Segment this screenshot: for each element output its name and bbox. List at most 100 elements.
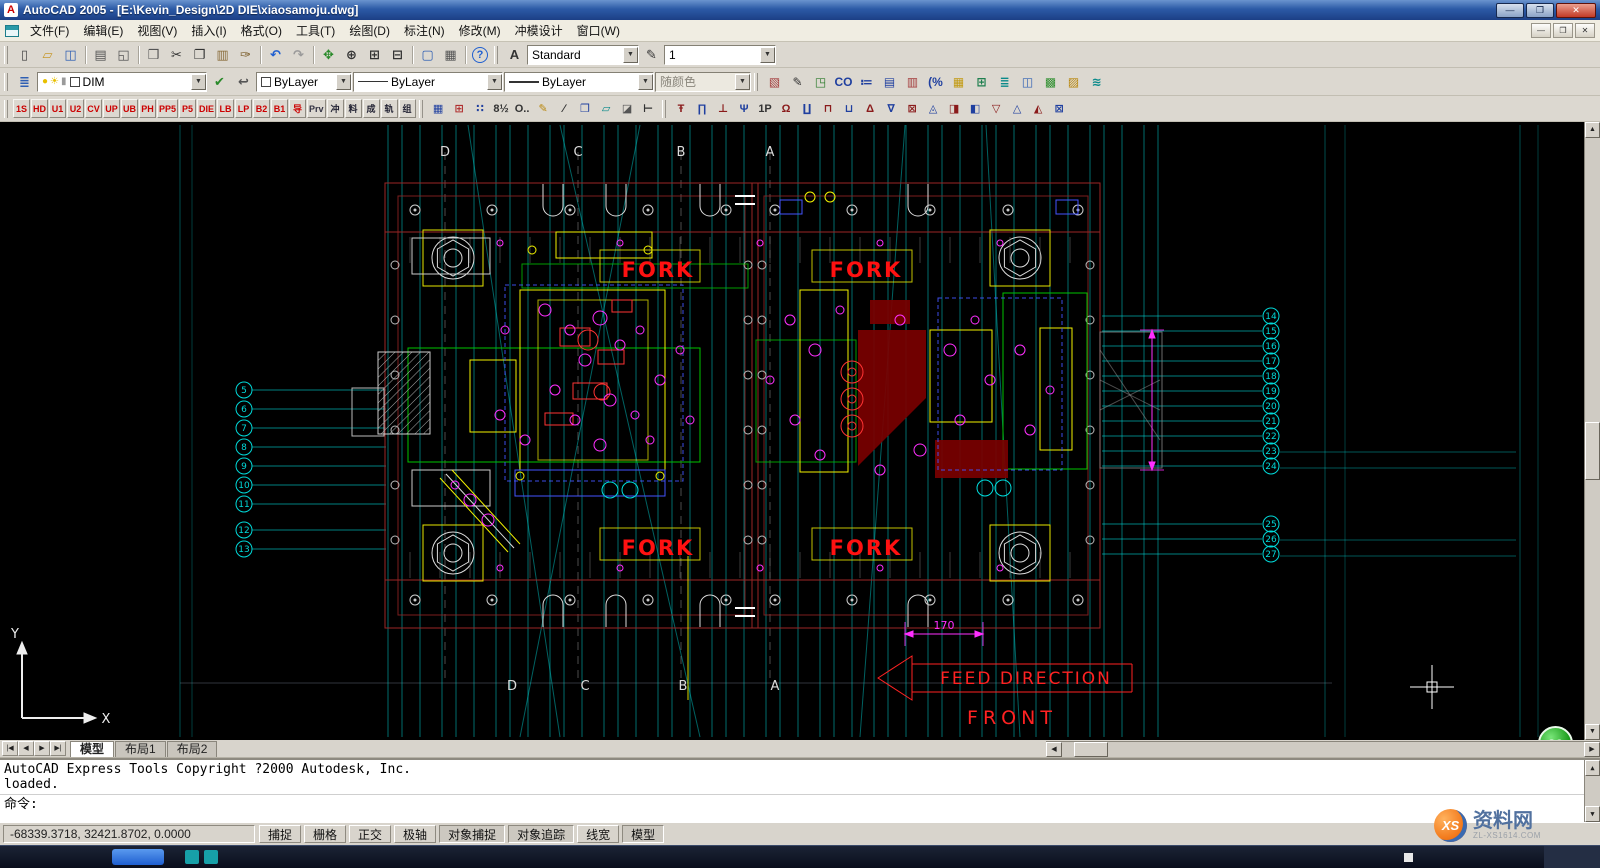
text-style-combo[interactable]: Standard ▼	[527, 45, 639, 65]
toggle-栅格[interactable]: 栅格	[304, 825, 346, 843]
grid-tool-icon[interactable]: ▦	[947, 72, 970, 92]
chevron-down-icon[interactable]: ▼	[336, 74, 351, 90]
plot-icon[interactable]: ▤	[89, 45, 112, 65]
scroll-left-icon[interactable]: ◀	[1046, 742, 1062, 757]
sheet-tool-icon[interactable]: ▤	[878, 72, 901, 92]
die-tool-button-CV[interactable]: CV	[85, 99, 102, 118]
list-tool-icon[interactable]: ≔	[855, 72, 878, 92]
die-tool-icon[interactable]: ∷	[470, 99, 491, 119]
chevron-down-icon[interactable]: ▼	[487, 74, 502, 90]
toolbar-grip[interactable]	[662, 100, 666, 118]
tab-prev-icon[interactable]: ◀	[18, 741, 34, 756]
tab-布局2[interactable]: 布局2	[167, 741, 218, 757]
die-tool-icon[interactable]: ∐	[797, 99, 818, 119]
mdi-minimize-button[interactable]: —	[1531, 23, 1551, 38]
die-tool-icon[interactable]: Ψ	[734, 99, 755, 119]
chevron-down-icon[interactable]: ▼	[191, 74, 206, 90]
toggle-极轴[interactable]: 极轴	[394, 825, 436, 843]
command-prompt[interactable]: 命令:	[0, 794, 1584, 814]
menu-item[interactable]: 窗口(W)	[570, 19, 627, 42]
die-tool-button-Prv[interactable]: Prv	[307, 99, 326, 118]
die-tool-icon[interactable]: Δ	[860, 99, 881, 119]
die-tool-icon[interactable]: Ω	[776, 99, 797, 119]
zoom-previous-icon[interactable]: ⊟	[386, 45, 409, 65]
die-tool-icon[interactable]: ◭	[1028, 99, 1049, 119]
taskbar-tray[interactable]	[1544, 846, 1600, 868]
shade-tool-icon[interactable]: ▨	[1062, 72, 1085, 92]
die-tool-icon[interactable]: ✎	[533, 99, 554, 119]
die-tool-icon[interactable]: ∇	[881, 99, 902, 119]
die-tool-icon[interactable]: O..	[512, 99, 533, 119]
horizontal-scrollbar[interactable]: ◀ ▶	[1046, 741, 1600, 757]
menu-item[interactable]: 冲模设计	[508, 19, 570, 42]
lineweight-combo[interactable]: ByLayer ▼	[504, 72, 654, 92]
scale-combo[interactable]: 1 ▼	[664, 45, 776, 65]
scroll-up-icon[interactable]: ▲	[1585, 760, 1600, 776]
die-tool-icon[interactable]: 1P	[755, 99, 776, 119]
plot-preview-icon[interactable]: ◱	[112, 45, 135, 65]
die-tool-icon[interactable]: ◨	[944, 99, 965, 119]
menu-item[interactable]: 工具(T)	[289, 19, 342, 42]
linetype-combo[interactable]: ByLayer ▼	[353, 72, 503, 92]
copy-icon[interactable]: ❐	[188, 45, 211, 65]
die-tool-icon[interactable]: ∕	[554, 99, 575, 119]
cad-canvas[interactable]: DCBADCBA56789101112131415161718192021222…	[0, 122, 1584, 740]
drawing-viewport[interactable]: DCBADCBA56789101112131415161718192021222…	[0, 122, 1600, 740]
layers-tool-icon[interactable]: ≣	[993, 72, 1016, 92]
redo-icon[interactable]: ↷	[287, 45, 310, 65]
mdi-restore-button[interactable]: ❐	[1553, 23, 1573, 38]
die-tool-button-导[interactable]: 导	[289, 99, 306, 118]
die-tool-icon[interactable]: △	[1007, 99, 1028, 119]
toggle-捕捉[interactable]: 捕捉	[259, 825, 301, 843]
die-tool-button-冲[interactable]: 冲	[327, 99, 344, 118]
die-tool-button-B2[interactable]: B2	[253, 99, 270, 118]
taskbar-app-icon[interactable]	[204, 850, 218, 864]
die-tool-button-1S[interactable]: 1S	[13, 99, 30, 118]
die-tool-icon[interactable]: ⊢	[638, 99, 659, 119]
die-tool-icon[interactable]: ❐	[575, 99, 596, 119]
die-tool-button-LP[interactable]: LP	[235, 99, 252, 118]
die-tool-button-B1[interactable]: B1	[271, 99, 288, 118]
die-tool-button-HD[interactable]: HD	[31, 99, 48, 118]
undo-icon[interactable]: ↶	[264, 45, 287, 65]
die-tool-icon[interactable]: ▦	[428, 99, 449, 119]
taskbar-app-icon[interactable]	[185, 850, 199, 864]
menu-item[interactable]: 格式(O)	[234, 19, 289, 42]
restore-button[interactable]: ❐	[1526, 3, 1554, 18]
scroll-up-icon[interactable]: ▲	[1585, 122, 1600, 138]
columns-tool-icon[interactable]: ▥	[901, 72, 924, 92]
co-tool-icon[interactable]: CO	[832, 72, 855, 92]
table-tool-icon[interactable]: ⊞	[970, 72, 993, 92]
toggle-正交[interactable]: 正交	[349, 825, 391, 843]
die-tool-icon[interactable]: ⊠	[1049, 99, 1070, 119]
die-tool-icon[interactable]: ∏	[692, 99, 713, 119]
drawing-document-icon[interactable]	[5, 25, 19, 37]
die-tool-button-PH[interactable]: PH	[139, 99, 156, 118]
die-tool-icon[interactable]: ◧	[965, 99, 986, 119]
scroll-right-icon[interactable]: ▶	[1584, 742, 1600, 757]
menu-item[interactable]: 修改(M)	[452, 19, 508, 42]
toggle-对象追踪[interactable]: 对象追踪	[508, 825, 574, 843]
die-tool-button-U2[interactable]: U2	[67, 99, 84, 118]
color-combo[interactable]: ByLayer ▼	[256, 72, 352, 92]
die-tool-icon[interactable]: ⊔	[839, 99, 860, 119]
toolbar-grip[interactable]	[4, 100, 8, 118]
tab-模型[interactable]: 模型	[70, 741, 114, 757]
die-tool-button-UP[interactable]: UP	[103, 99, 120, 118]
die-tool-button-UB[interactable]: UB	[121, 99, 138, 118]
help-icon[interactable]: ?	[472, 47, 488, 63]
toggle-模型[interactable]: 模型	[622, 825, 664, 843]
tab-next-icon[interactable]: ▶	[34, 741, 50, 756]
chevron-down-icon[interactable]: ▼	[638, 74, 653, 90]
block-tool-icon[interactable]: ▧	[763, 72, 786, 92]
chevron-down-icon[interactable]: ▼	[623, 47, 638, 63]
open-icon[interactable]: ▱	[36, 45, 59, 65]
horizontal-scroll-thumb[interactable]	[1074, 742, 1108, 757]
die-tool-icon[interactable]: ⊠	[902, 99, 923, 119]
minimize-button[interactable]: —	[1496, 3, 1524, 18]
die-tool-button-成[interactable]: 成	[363, 99, 380, 118]
menu-item[interactable]: 标注(N)	[397, 19, 452, 42]
scroll-down-icon[interactable]: ▼	[1585, 806, 1600, 822]
toolbar-grip[interactable]	[754, 73, 758, 91]
vertical-scroll-thumb[interactable]	[1585, 422, 1600, 480]
